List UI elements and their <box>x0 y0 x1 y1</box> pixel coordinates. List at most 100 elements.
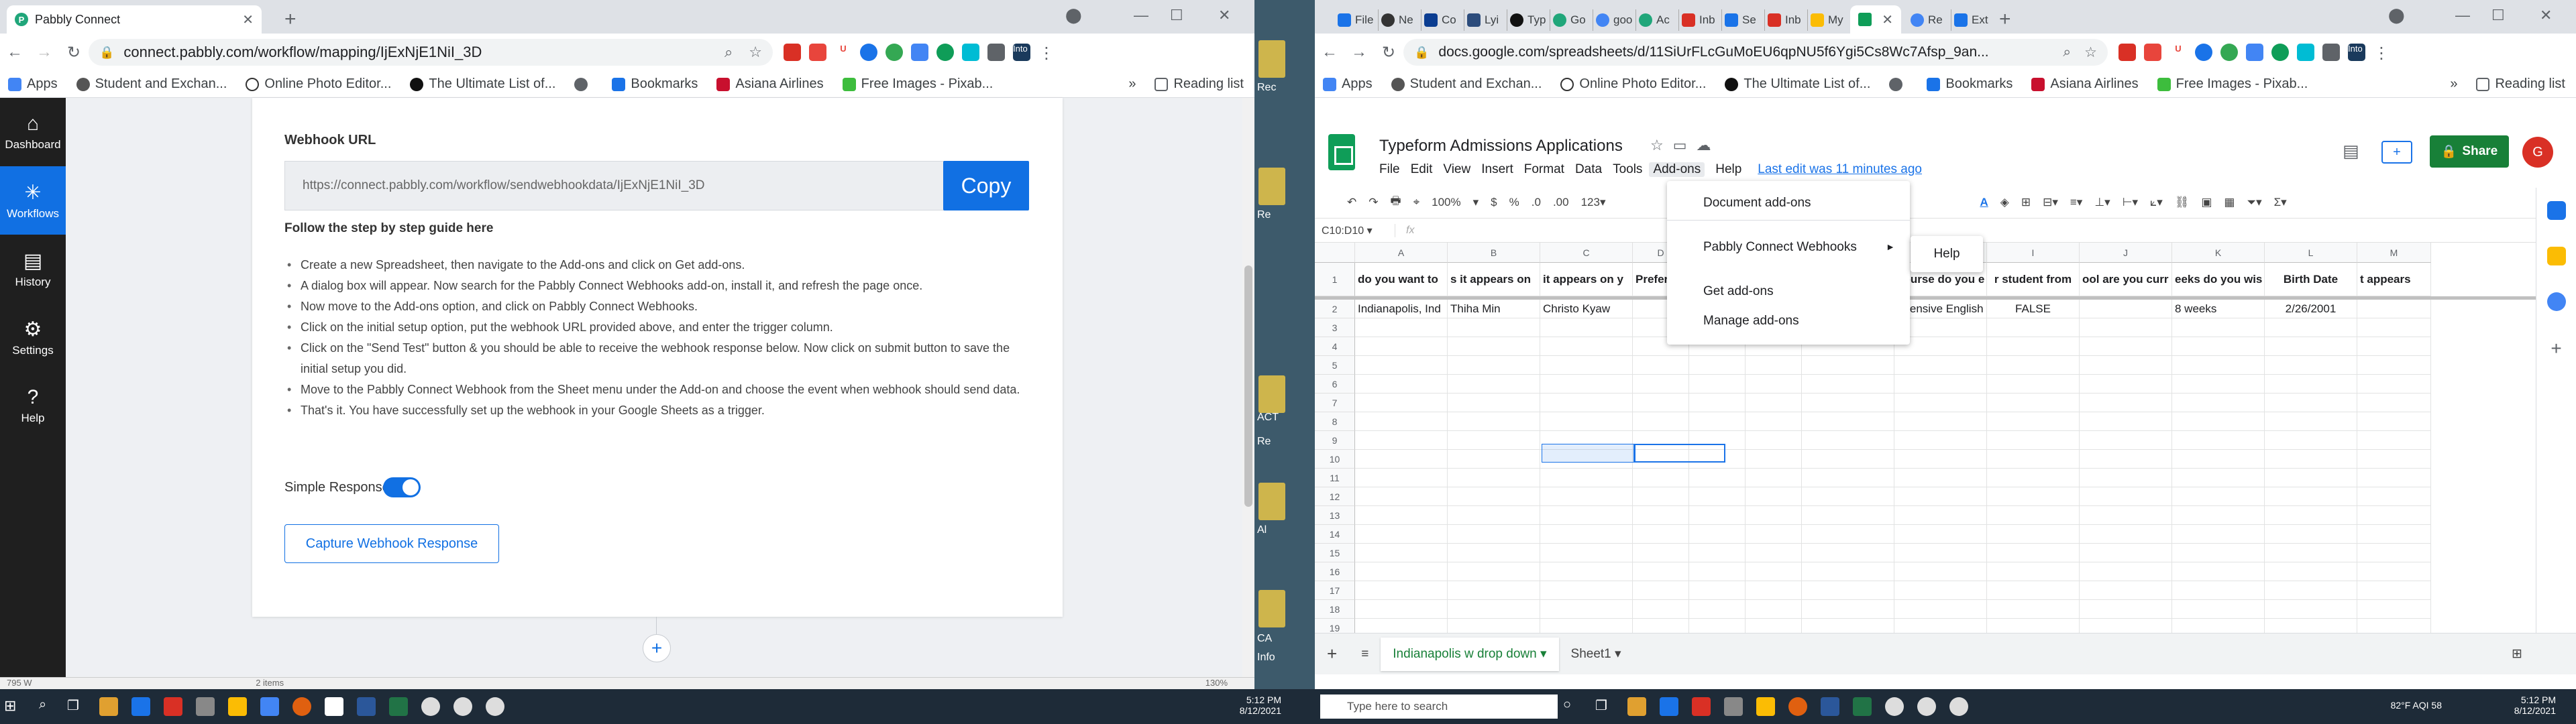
name-box[interactable]: C10:D10 ▾ <box>1315 223 1395 237</box>
menu-add-ons[interactable]: Add-ons <box>1649 162 1705 177</box>
table-cell[interactable] <box>2265 431 2357 450</box>
table-cell[interactable] <box>2080 487 2172 506</box>
table-cell[interactable] <box>1355 619 1448 633</box>
decrease-decimal-button[interactable]: .0 <box>1532 196 1541 209</box>
table-cell[interactable] <box>1448 619 1540 633</box>
weather-widget[interactable]: 82°F AQI 58 <box>2361 700 2442 711</box>
table-cell[interactable] <box>2265 506 2357 525</box>
sidebar-item-help[interactable]: ? Help <box>0 371 66 440</box>
ext-icon[interactable] <box>962 44 979 61</box>
table-cell[interactable] <box>1802 506 1894 525</box>
table-cell[interactable] <box>1802 375 1894 394</box>
table-cell[interactable] <box>2265 562 2357 581</box>
table-cell[interactable] <box>1355 469 1448 487</box>
table-cell[interactable] <box>1894 581 1987 600</box>
bookmark-3[interactable]: The Ultimate List of... <box>410 76 555 92</box>
filter-icon[interactable]: ⏷▾ <box>2247 196 2261 209</box>
taskbar-app-icon[interactable] <box>196 697 215 716</box>
redo-icon[interactable]: ↷ <box>1368 196 1378 209</box>
chrome-icon[interactable] <box>453 697 472 716</box>
table-cell[interactable] <box>1355 412 1448 431</box>
table-cell[interactable] <box>1540 487 1633 506</box>
taskbar-search-box[interactable]: Type here to search <box>1320 695 1558 719</box>
table-cell[interactable] <box>2357 525 2431 544</box>
table-cell[interactable] <box>1987 600 2080 619</box>
table-cell[interactable] <box>1633 581 1689 600</box>
table-cell[interactable] <box>1689 469 1746 487</box>
table-cell[interactable] <box>1802 619 1894 633</box>
table-cell[interactable] <box>2357 412 2431 431</box>
bookmark-4[interactable]: Bookmarks <box>612 76 698 92</box>
row-header[interactable]: 12 <box>1315 487 1355 506</box>
table-cell[interactable] <box>2265 581 2357 600</box>
table-cell[interactable] <box>1448 544 1540 562</box>
table-cell[interactable] <box>1894 450 1987 469</box>
calendar-ext-icon[interactable] <box>784 44 801 61</box>
ext-icon[interactable] <box>2220 44 2238 61</box>
more-icon[interactable]: ⋮ <box>1038 44 1055 62</box>
text-wrap-icon[interactable]: ⊢▾ <box>2123 196 2138 209</box>
table-cell[interactable] <box>1448 487 1540 506</box>
profile-menu-icon[interactable]: ⬤ <box>2388 7 2405 24</box>
column-header-i[interactable]: I <box>1987 243 2080 263</box>
table-cell[interactable] <box>1802 562 1894 581</box>
table-cell[interactable] <box>2357 394 2431 412</box>
ext-icon[interactable] <box>2195 44 2212 61</box>
tab-item[interactable]: Co <box>1421 9 1456 31</box>
table-cell[interactable] <box>1894 469 1987 487</box>
table-cell[interactable] <box>1633 469 1689 487</box>
firefox-icon[interactable] <box>292 697 311 716</box>
table-cell[interactable] <box>1987 487 2080 506</box>
ext-icon[interactable] <box>2246 44 2263 61</box>
webhook-url-field[interactable]: https://connect.pabbly.com/workflow/send… <box>284 161 990 210</box>
table-cell[interactable] <box>1540 469 1633 487</box>
table-cell[interactable]: t appears <box>2357 263 2431 296</box>
row-header[interactable]: 18 <box>1315 600 1355 619</box>
bookmark-1[interactable]: Student and Exchan... <box>1391 76 1542 92</box>
column-header-j[interactable]: J <box>2080 243 2172 263</box>
word-icon[interactable] <box>1821 697 1839 716</box>
table-cell[interactable] <box>1689 412 1746 431</box>
row-header[interactable]: 15 <box>1315 544 1355 562</box>
table-cell[interactable] <box>1540 581 1633 600</box>
table-cell[interactable] <box>1633 600 1689 619</box>
percent-format-button[interactable]: % <box>1509 196 1519 209</box>
table-cell[interactable] <box>2357 318 2431 337</box>
clock-right[interactable]: 5:12 PM 8/12/2021 <box>2482 695 2556 716</box>
grammarly-ext-icon[interactable] <box>2271 44 2289 61</box>
table-cell[interactable] <box>2172 318 2265 337</box>
table-cell[interactable] <box>1746 581 1802 600</box>
table-cell[interactable] <box>2080 450 2172 469</box>
table-cell[interactable] <box>2265 337 2357 356</box>
keep-icon[interactable] <box>2546 247 2566 265</box>
bookmark-globe[interactable] <box>1889 77 1908 91</box>
table-cell[interactable] <box>2080 412 2172 431</box>
table-cell[interactable] <box>2265 487 2357 506</box>
table-cell[interactable] <box>2172 600 2265 619</box>
forward-icon[interactable]: → <box>30 43 59 62</box>
table-cell[interactable] <box>1448 450 1540 469</box>
tab-item[interactable]: Ne <box>1378 9 1413 31</box>
table-cell[interactable] <box>1746 562 1802 581</box>
table-cell[interactable] <box>2265 600 2357 619</box>
firefox-icon[interactable] <box>1788 697 1807 716</box>
sheet-tab-sheet1[interactable]: Sheet1 ▾ <box>1559 638 1633 671</box>
last-edit-link[interactable]: Last edit was 11 minutes ago <box>1758 162 1922 177</box>
table-cell[interactable] <box>2265 544 2357 562</box>
maximize-icon[interactable]: ☐ <box>2491 7 2505 24</box>
table-cell[interactable] <box>1448 394 1540 412</box>
menu-item-pabbly-connect-webhooks[interactable]: Pabbly Connect Webhooks <box>1703 240 1857 255</box>
table-cell[interactable] <box>2080 562 2172 581</box>
more-icon[interactable]: ⋮ <box>2373 44 2390 62</box>
chrome-icon[interactable] <box>421 697 440 716</box>
table-cell[interactable] <box>1894 394 1987 412</box>
row-header[interactable]: 4 <box>1315 337 1355 356</box>
table-cell[interactable] <box>1987 525 2080 544</box>
row-header[interactable]: 9 <box>1315 431 1355 450</box>
file-icon[interactable] <box>1258 375 1285 413</box>
menu-tools[interactable]: Tools <box>1613 162 1642 177</box>
table-cell[interactable] <box>2172 337 2265 356</box>
new-tab-button[interactable]: + <box>1999 8 2011 31</box>
table-cell[interactable] <box>2357 375 2431 394</box>
table-cell[interactable] <box>2265 375 2357 394</box>
